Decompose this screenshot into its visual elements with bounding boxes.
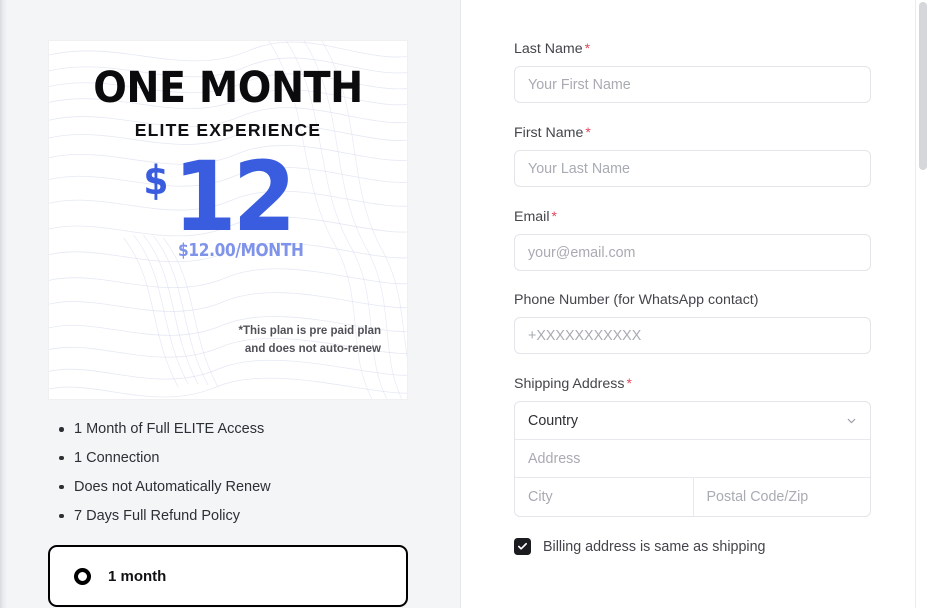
radio-selected-icon[interactable] <box>74 567 91 585</box>
label-text: Email <box>514 209 550 225</box>
address-cell[interactable] <box>515 440 870 478</box>
required-marker: * <box>584 40 591 56</box>
shipping-row-city-postal <box>515 478 870 516</box>
panel-divider <box>460 0 461 608</box>
label-text: Last Name <box>514 41 583 57</box>
required-marker: * <box>585 124 591 140</box>
page-scrollbar[interactable] <box>915 0 929 608</box>
checkout-page: ONE MONTH ELITE EXPERIENCE $ 12 $12.00/M… <box>0 0 929 608</box>
list-item: 1 Month of Full ELITE Access <box>59 418 412 440</box>
plan-subtitle: ELITE EXPERIENCE <box>134 120 322 140</box>
plan-feature-list: 1 Month of Full ELITE Access 1 Connectio… <box>48 418 412 527</box>
phone-number-input[interactable] <box>514 317 871 354</box>
field-last-name: Last Name * <box>514 40 871 103</box>
plan-option-label: 1 month <box>108 567 167 585</box>
shipping-row-country: Country <box>515 402 870 440</box>
required-marker: * <box>626 375 632 391</box>
email-field[interactable] <box>514 234 871 271</box>
label-first-name: First Name * <box>514 124 871 141</box>
first-name-input[interactable] <box>514 150 871 187</box>
label-last-name: Last Name * <box>514 40 871 57</box>
window-left-edge <box>0 0 7 608</box>
plan-option-1-month[interactable]: 1 month <box>48 545 408 608</box>
price-per-month: $12.00/MONTH <box>177 240 304 261</box>
field-shipping-address: Shipping Address * Country <box>514 375 871 517</box>
city-input[interactable] <box>515 478 693 516</box>
plan-fineprint-line-1: *This plan is pre paid plan <box>238 325 382 338</box>
scrollbar-thumb[interactable] <box>919 2 927 170</box>
billing-same-as-shipping-row[interactable]: Billing address is same as shipping <box>514 538 871 555</box>
plan-promo-card: ONE MONTH ELITE EXPERIENCE $ 12 $12.00/M… <box>48 40 408 400</box>
label-phone-number: Phone Number (for WhatsApp contact) <box>514 292 759 308</box>
postal-code-input[interactable] <box>693 478 870 516</box>
plan-card-content: ONE MONTH ELITE EXPERIENCE $ 12 $12.00/M… <box>49 41 407 399</box>
list-item: Does not Automatically Renew <box>59 476 412 498</box>
shipping-address-group: Country <box>514 401 871 517</box>
address-input[interactable] <box>515 440 870 477</box>
plan-price-block: $ 12 $12.00/MONTH <box>71 141 385 261</box>
field-email: Email * <box>514 208 871 271</box>
country-select[interactable]: Country <box>515 402 870 439</box>
plan-summary-panel: ONE MONTH ELITE EXPERIENCE $ 12 $12.00/M… <box>0 0 460 608</box>
shipping-row-address <box>515 440 870 478</box>
label-text: First Name <box>514 125 584 141</box>
postal-code-cell[interactable] <box>692 478 870 516</box>
list-item: 1 Connection <box>59 447 412 469</box>
plan-fineprint-line-2: and does not auto-renew <box>244 343 381 356</box>
label-email: Email * <box>514 208 871 225</box>
country-select-cell[interactable]: Country <box>515 402 870 440</box>
field-first-name: First Name * <box>514 124 871 187</box>
checkout-form-panel: Last Name* First Name* Email* Phone Numb… <box>460 0 929 608</box>
billing-checkbox-label: Billing address is same as shipping <box>543 538 766 555</box>
list-item: 7 Days Full Refund Policy <box>59 505 412 527</box>
label-text: Shipping Address <box>514 376 625 392</box>
price-amount: 12 <box>172 141 296 253</box>
plan-fineprint: *This plan is pre paid plan and does not… <box>71 323 385 381</box>
plan-title: ONE MONTH <box>93 63 363 113</box>
checkbox-checked-icon[interactable] <box>514 538 531 555</box>
field-phone-number: Phone Number (for WhatsApp contact) <box>514 292 871 354</box>
label-shipping-address: Shipping Address * <box>514 375 871 392</box>
required-marker: * <box>551 208 557 224</box>
currency-symbol: $ <box>143 158 169 204</box>
last-name-input[interactable] <box>514 66 871 103</box>
city-cell[interactable] <box>515 478 693 516</box>
